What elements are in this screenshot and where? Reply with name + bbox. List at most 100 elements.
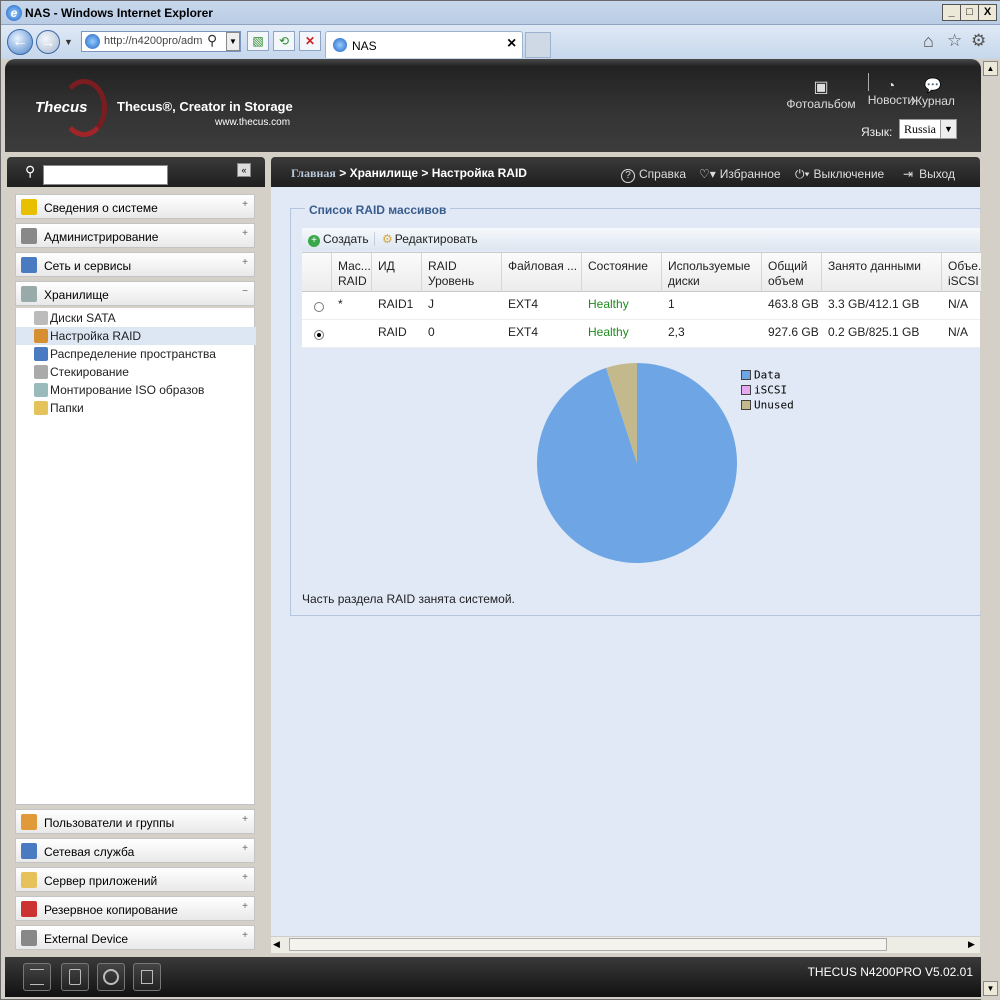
chevron-down-icon: ▼ [940, 120, 956, 138]
external-device-icon [21, 930, 37, 946]
legend-swatch [741, 384, 751, 395]
refresh-icon[interactable]: ⟲ [273, 31, 295, 51]
sidebar-section[interactable]: Сервер приложений + [15, 867, 255, 892]
table-row[interactable]: RAID 0 EXT4 Healthy 2,3 927.6 GB 0.2 GB/825.1 … [302, 320, 980, 348]
space-icon [34, 347, 48, 361]
storage-submenu-item[interactable]: Диски SATA [16, 309, 256, 327]
expand-icon: + [242, 199, 248, 210]
expand-icon: + [242, 228, 248, 239]
back-icon[interactable]: ← [7, 29, 33, 55]
collapse-sidebar-icon[interactable]: « [237, 163, 251, 177]
help-link[interactable]: ? Справка [621, 167, 686, 183]
toolbar-separator [374, 232, 375, 246]
sidebar-section[interactable]: Сведения о системе + [15, 194, 255, 219]
favorites-star-icon[interactable]: ☆ [947, 31, 962, 51]
search-icon[interactable]: ⚲ [207, 32, 217, 49]
tab-close-button[interactable]: × [507, 35, 516, 53]
legend-swatch [741, 369, 751, 380]
minimize-button[interactable]: _ [942, 4, 961, 21]
legend-label: iSCSI [754, 383, 788, 397]
add-icon: + [308, 235, 320, 247]
row-radio[interactable] [314, 302, 324, 312]
raid-usage-pie-chart [537, 363, 737, 563]
table-cell: 1 [668, 297, 675, 311]
legend-item: Data [741, 367, 794, 382]
sidebar-section-label: Сетевая служба [44, 845, 135, 859]
sidebar-section[interactable]: Сетевая служба + [15, 838, 255, 863]
brand-slogan: Thecus®, Creator in Storage [117, 99, 293, 114]
scroll-down-icon[interactable]: ▼ [983, 981, 998, 996]
sidebar-search-input[interactable] [43, 165, 168, 185]
close-window-button[interactable]: X [978, 4, 997, 21]
hdd-icon[interactable] [61, 963, 89, 991]
photo-album-label: Фотоальбом [786, 97, 856, 111]
language-select[interactable]: Russia ▼ [899, 119, 957, 139]
storage-submenu-item[interactable]: Стекирование [16, 363, 256, 381]
sidebar-section[interactable]: Резервное копирование + [15, 896, 255, 921]
column-header[interactable]: ИД [372, 253, 422, 292]
stop-icon[interactable]: ✕ [299, 31, 321, 51]
table-row[interactable]: * RAID1 J EXT4 Healthy 1 463.8 GB 3.3 GB/412.1 … [302, 292, 980, 320]
browser-tab[interactable]: NAS × [325, 31, 523, 58]
column-header[interactable]: Общий объем [762, 253, 822, 292]
raid-grid: Мас... RAID ИД RAID Уровень Файловая ... Сос… [302, 252, 982, 348]
disk-status-icon[interactable] [23, 963, 51, 991]
tools-gear-icon[interactable]: ⚙ [971, 31, 986, 51]
journal-link[interactable]: 💬 Журнал [905, 77, 961, 108]
sidebar-section-label: Резервное копирование [44, 903, 178, 917]
photo-album-link[interactable]: ▣ Фотоальбом [781, 77, 861, 111]
column-header[interactable]: RAID Уровень [422, 253, 502, 292]
scroll-right-icon[interactable]: ▶ [968, 939, 975, 950]
breadcrumb-home-link[interactable]: Главная [291, 166, 336, 180]
folder-icon [34, 401, 48, 415]
tools-icon [21, 228, 37, 244]
create-button[interactable]: + Создать [308, 232, 369, 247]
table-cell: EXT4 [508, 297, 539, 311]
address-dropdown-icon[interactable]: ▼ [226, 32, 240, 51]
edit-button[interactable]: ⚙ Редактировать [382, 232, 478, 246]
breadcrumb-path: > Хранилище > Настройка RAID [335, 166, 527, 180]
sidebar-section[interactable]: Хранилище − [15, 281, 255, 306]
maximize-button[interactable]: □ [960, 4, 979, 21]
column-header-select [302, 253, 332, 292]
vertical-scrollbar[interactable]: ▲ ▼ [981, 59, 1000, 1000]
history-dropdown-icon[interactable]: ▼ [64, 37, 73, 47]
language-label: Язык: [861, 125, 893, 139]
forward-icon[interactable]: → [36, 30, 60, 54]
storage-submenu-item[interactable]: Монтирование ISO образов [16, 381, 256, 399]
sidebar-section[interactable]: External Device + [15, 925, 255, 950]
network-status-icon[interactable] [133, 963, 161, 991]
compatibility-icon[interactable]: ▧ [247, 31, 269, 51]
brand-url: www.thecus.com [215, 117, 291, 128]
favorites-link[interactable]: ♡▾ Избранное [699, 167, 781, 181]
logout-link[interactable]: ⇥ Выход [903, 167, 955, 181]
scroll-thumb[interactable] [289, 938, 887, 951]
shutdown-link[interactable]: ⏻▾ Выключение [795, 167, 884, 182]
ie-logo-icon: e [6, 5, 22, 21]
edit-label: Редактировать [394, 232, 478, 246]
column-header[interactable]: Занято данными [822, 253, 942, 292]
fan-icon[interactable] [97, 963, 125, 991]
home-icon[interactable]: ⌂ [923, 31, 934, 52]
storage-submenu-item[interactable]: Папки [16, 399, 256, 417]
expand-icon: + [242, 901, 248, 912]
row-radio[interactable] [314, 330, 324, 340]
column-header[interactable]: Файловая ... [502, 253, 582, 292]
column-header[interactable]: Мас... RAID [332, 253, 372, 292]
storage-submenu-item[interactable]: Настройка RAID [16, 327, 256, 345]
scroll-up-icon[interactable]: ▲ [983, 61, 998, 76]
sidebar-section[interactable]: Администрирование + [15, 223, 255, 248]
table-cell: RAID1 [378, 297, 414, 311]
new-tab-button[interactable] [525, 32, 551, 58]
storage-submenu-item[interactable]: Распределение пространства [16, 345, 256, 363]
column-header[interactable]: Используемые диски [662, 253, 762, 292]
info-icon [21, 199, 37, 215]
table-cell: * [338, 297, 343, 311]
column-header[interactable]: Объе... iSCSI [942, 253, 982, 292]
scroll-left-icon[interactable]: ◀ [273, 939, 280, 950]
column-header[interactable]: Состояние [582, 253, 662, 292]
table-cell: J [428, 297, 434, 311]
horizontal-scrollbar[interactable]: ◀ ▶ [271, 936, 980, 953]
sidebar-section[interactable]: Сеть и сервисы + [15, 252, 255, 277]
sidebar-section[interactable]: Пользователи и группы + [15, 809, 255, 834]
